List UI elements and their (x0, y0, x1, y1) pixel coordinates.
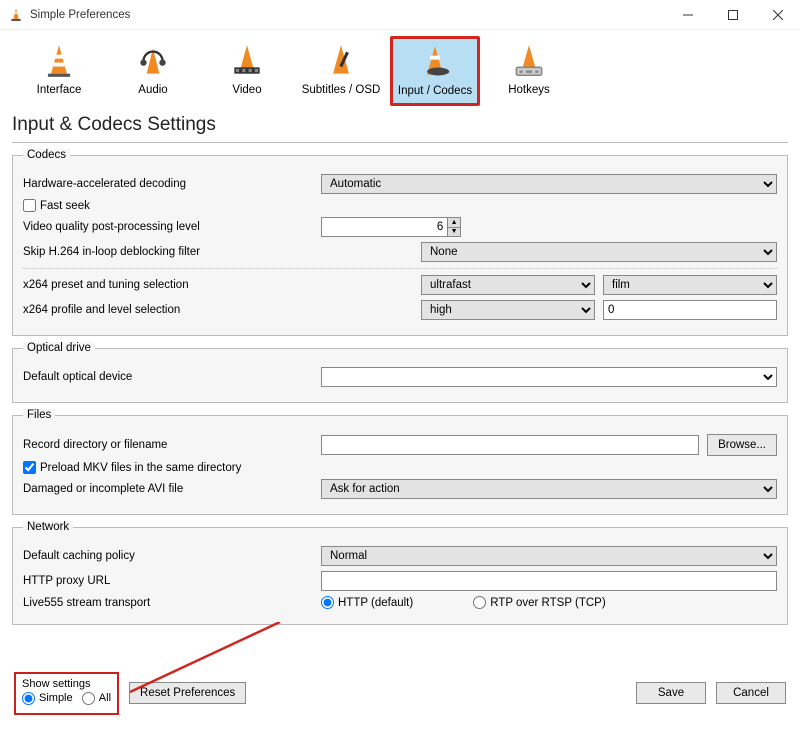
select-x264-tuning[interactable]: film (603, 275, 777, 295)
checkbox-preload-mkv-input[interactable] (23, 461, 36, 474)
minimize-button[interactable] (665, 0, 710, 30)
radio-live555-http-input[interactable] (321, 596, 334, 609)
checkbox-fast-seek-label: Fast seek (40, 200, 90, 212)
radio-show-all-label: All (99, 691, 111, 705)
label-x264-preset: x264 preset and tuning selection (23, 279, 413, 291)
select-x264-preset[interactable]: ultrafast (421, 275, 595, 295)
select-hw-decode[interactable]: Automatic (321, 174, 777, 194)
checkbox-preload-mkv[interactable]: Preload MKV files in the same directory (23, 461, 241, 474)
label-hw-decode: Hardware-accelerated decoding (23, 178, 313, 190)
divider (23, 268, 777, 269)
tab-label: Video (206, 84, 288, 96)
tab-label: Hotkeys (488, 84, 570, 96)
group-optical: Optical drive Default optical device (12, 342, 788, 403)
label-optical-device: Default optical device (23, 371, 313, 383)
close-button[interactable] (755, 0, 800, 30)
label-damaged-avi: Damaged or incomplete AVI file (23, 483, 313, 495)
radio-live555-rtp[interactable]: RTP over RTSP (TCP) (473, 596, 605, 609)
save-button[interactable]: Save (636, 682, 706, 704)
page-title: Input & Codecs Settings (0, 108, 800, 140)
tab-hotkeys[interactable]: Hotkeys (484, 36, 574, 106)
group-files: Files Record directory or filename Brows… (12, 409, 788, 515)
tab-audio[interactable]: Audio (108, 36, 198, 106)
checkbox-preload-mkv-label: Preload MKV files in the same directory (40, 462, 241, 474)
disc-cone-icon (395, 43, 475, 81)
radio-show-all[interactable]: All (82, 691, 111, 705)
select-damaged-avi[interactable]: Ask for action (321, 479, 777, 499)
group-codecs: Codecs Hardware-accelerated decoding Aut… (12, 149, 788, 336)
film-cone-icon (206, 42, 288, 80)
headphones-cone-icon (112, 42, 194, 80)
label-skip-deblock: Skip H.264 in-loop deblocking filter (23, 246, 413, 258)
cone-icon (18, 42, 100, 80)
input-x264-level[interactable] (603, 300, 777, 320)
show-settings-box: Show settings Simple All (14, 672, 119, 715)
radio-live555-http-label: HTTP (default) (338, 597, 413, 609)
tab-label: Input / Codecs (395, 85, 475, 97)
tab-label: Audio (112, 84, 194, 96)
label-caching: Default caching policy (23, 550, 313, 562)
radio-show-simple-input[interactable] (22, 692, 35, 705)
select-skip-deblock[interactable]: None (421, 242, 777, 262)
label-proxy: HTTP proxy URL (23, 575, 313, 587)
checkbox-fast-seek[interactable]: Fast seek (23, 199, 90, 212)
window-title: Simple Preferences (30, 9, 130, 21)
label-live555: Live555 stream transport (23, 597, 313, 609)
input-record-dir[interactable] (321, 435, 699, 455)
keyboard-cone-icon (488, 42, 570, 80)
input-proxy[interactable] (321, 571, 777, 591)
tab-label: Interface (18, 84, 100, 96)
group-legend: Optical drive (23, 342, 95, 354)
select-x264-profile[interactable]: high (421, 300, 595, 320)
show-settings-title: Show settings (22, 677, 111, 691)
radio-show-all-input[interactable] (82, 692, 95, 705)
group-legend: Network (23, 521, 73, 533)
maximize-button[interactable] (710, 0, 755, 30)
label-vq-post: Video quality post-processing level (23, 221, 313, 233)
spin-down-icon[interactable]: ▼ (448, 228, 460, 237)
group-network: Network Default caching policy Normal HT… (12, 521, 788, 625)
reset-preferences-button[interactable]: Reset Preferences (129, 682, 246, 704)
spin-up-icon[interactable]: ▲ (448, 218, 460, 228)
radio-live555-http[interactable]: HTTP (default) (321, 596, 413, 609)
tab-interface[interactable]: Interface (14, 36, 104, 106)
footer: Show settings Simple All Reset Preferenc… (0, 662, 800, 729)
app-icon (8, 7, 24, 23)
category-toolbar: Interface Audio Video Subtitles / OSD In… (0, 30, 800, 108)
tab-input-codecs[interactable]: Input / Codecs (390, 36, 480, 106)
tab-label: Subtitles / OSD (300, 84, 382, 96)
checkbox-fast-seek-input[interactable] (23, 199, 36, 212)
spin-vq-post[interactable]: ▲▼ (321, 217, 461, 237)
label-x264-profile: x264 profile and level selection (23, 304, 413, 316)
group-legend: Files (23, 409, 55, 421)
cancel-button[interactable]: Cancel (716, 682, 786, 704)
tab-video[interactable]: Video (202, 36, 292, 106)
select-caching[interactable]: Normal (321, 546, 777, 566)
select-optical-device[interactable] (321, 367, 777, 387)
radio-live555-rtp-label: RTP over RTSP (TCP) (490, 597, 605, 609)
tab-subtitles[interactable]: Subtitles / OSD (296, 36, 386, 106)
settings-content: Codecs Hardware-accelerated decoding Aut… (0, 149, 800, 625)
group-legend: Codecs (23, 149, 70, 161)
pen-cone-icon (300, 42, 382, 80)
radio-show-simple[interactable]: Simple (22, 691, 73, 705)
divider (12, 142, 788, 143)
radio-show-simple-label: Simple (39, 691, 73, 705)
label-record-dir: Record directory or filename (23, 439, 313, 451)
titlebar: Simple Preferences (0, 0, 800, 30)
browse-button[interactable]: Browse... (707, 434, 777, 456)
spin-vq-post-input[interactable] (322, 218, 447, 236)
radio-live555-rtp-input[interactable] (473, 596, 486, 609)
